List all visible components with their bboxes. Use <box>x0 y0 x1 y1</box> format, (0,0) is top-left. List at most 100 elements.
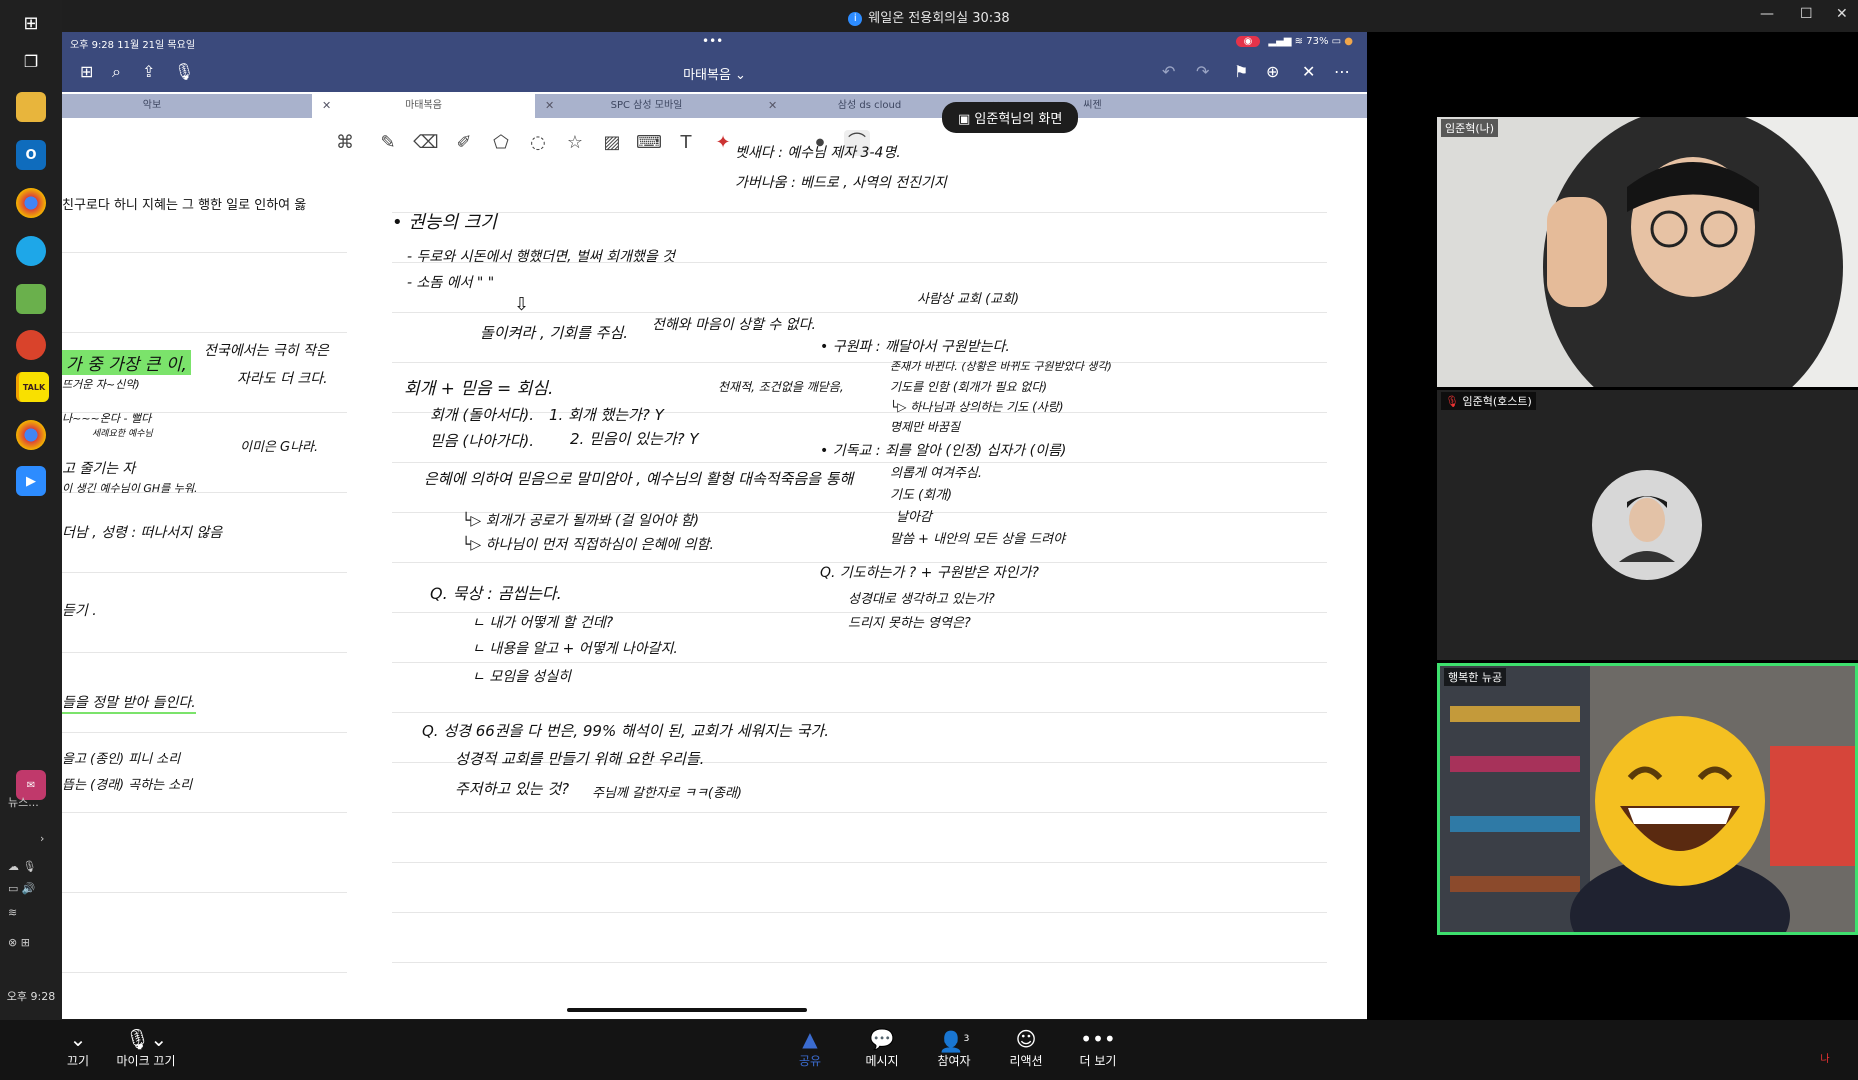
chat-icon: 💬 <box>869 1027 895 1051</box>
lasso-select-icon[interactable]: ⌘ <box>332 130 358 156</box>
sticker-icon[interactable]: ☆ <box>562 130 588 156</box>
lasso-icon[interactable]: ◌ <box>525 130 551 156</box>
note-line: 뜨거운 자~신약) <box>62 378 140 391</box>
note-line: - 두로와 시돈에서 행했더면, 벌써 회개했을 것 <box>407 249 676 265</box>
multitask-dots[interactable]: ••• <box>702 34 723 48</box>
kakaotalk-icon[interactable]: TALK <box>16 372 49 402</box>
note-line: 믿음 (나아가다). <box>430 432 535 450</box>
window-title: i 웨일온 전용회의실 30:38 <box>0 7 1858 26</box>
participants-button[interactable]: 👤3 참여자 <box>914 1026 994 1069</box>
system-tray-icon[interactable]: ⊗ ⊞ <box>8 936 30 949</box>
close-icon[interactable]: ✕ <box>1836 6 1848 22</box>
note-line: 자라도 더 크다. <box>237 371 328 387</box>
note-line: 친구로다 하니 지혜는 그 행한 일로 인하여 옳 <box>62 198 307 213</box>
meeting-toolbar: ⌄ 끄기 🎙⌄ 마이크 끄기 ▲ 공유 💬 메시지 👤3 참여자 ☺ 리액션 ••• 더 보기… <box>0 1020 1858 1080</box>
tab-label: 씨젠 <box>1083 100 1102 111</box>
button-label: 공유 <box>798 1054 822 1068</box>
meeting-title: 웨일온 전용회의실 30:38 <box>868 11 1010 26</box>
chevron-up-icon[interactable]: › <box>40 832 44 845</box>
file-explorer-icon[interactable] <box>16 92 46 122</box>
participants-icon: 👤3 <box>938 1029 970 1054</box>
home-indicator[interactable] <box>567 1008 807 1012</box>
note-line: 듣기 . <box>62 603 97 619</box>
close-document-icon[interactable]: ✕ <box>1302 62 1315 81</box>
note-line: └▷ 하나님이 먼저 직접하심이 은혜에 의함. <box>462 537 714 553</box>
maximize-icon[interactable]: ☐ <box>1800 6 1813 22</box>
chrome-alt-icon[interactable] <box>16 420 46 450</box>
note-line: • 구원파 : 깨달아서 구원받는다. <box>820 339 1010 355</box>
tab-close-icon[interactable]: ✕ <box>322 94 331 118</box>
share-button[interactable]: ▲ 공유 <box>770 1026 850 1069</box>
app-icon[interactable] <box>16 330 46 360</box>
note-line: 뜹는 (경래) 곡하는 소리 <box>62 778 193 793</box>
tab-close-icon[interactable]: ✕ <box>768 94 777 118</box>
chat-button[interactable]: 💬 메시지 <box>842 1026 922 1069</box>
note-line: 존재가 바뀐다. (상황은 바뀌도 구원받았다 생각) <box>890 360 1112 373</box>
text-icon[interactable]: T <box>673 130 699 156</box>
outlook-icon[interactable]: O <box>16 140 46 170</box>
note-line: 돌이켜라 , 기회를 주심. <box>480 324 629 342</box>
video-tile-active-speaker[interactable]: 행복한 뉴공 <box>1437 663 1858 935</box>
add-page-icon[interactable]: ⊕ <box>1266 62 1279 81</box>
more-icon: ••• <box>1080 1027 1116 1051</box>
image-icon[interactable]: ▨ <box>599 130 625 156</box>
taskbar-clock[interactable]: 오후 9:28 <box>2 988 60 1004</box>
wifi-icon[interactable]: ≋ <box>8 906 17 919</box>
tab-score[interactable]: 악보 <box>62 94 272 118</box>
note-line: 이미은 G나라. <box>240 440 319 455</box>
mic-icon: 🎙⌄ <box>124 1027 168 1051</box>
battery-icon[interactable]: ▭ 🔊 <box>8 882 36 895</box>
shapes-icon[interactable]: ⬠ <box>488 130 514 156</box>
undo-icon[interactable]: ↶ <box>1162 62 1175 81</box>
button-label: 더 보기 <box>1079 1054 1117 1068</box>
more-options-icon[interactable]: ⋯ <box>1334 62 1350 81</box>
bookmark-icon[interactable]: ⚑ <box>1234 62 1248 81</box>
note-line: - 소돔 에서 " " <box>407 275 495 291</box>
note-line: 성경대로 생각하고 있는가? <box>848 592 995 607</box>
windows-taskbar: ⊞ ❐ O TALK ▶ ✉ 뉴스... › ☁ 🎙 ▭ 🔊 ≋ ⊗ ⊞ 오후 … <box>0 0 62 1080</box>
zoom-icon[interactable]: ▶ <box>16 466 46 496</box>
reaction-icon: ☺ <box>1015 1027 1037 1051</box>
note-line: 회개 (돌아서다). <box>430 406 535 424</box>
tab-matthew[interactable]: ✕ 마태복음 <box>312 94 535 118</box>
chrome-icon[interactable] <box>16 188 46 218</box>
note-line: 을고 (종인) 피니 소리 <box>62 752 181 767</box>
tab-close-icon[interactable]: ✕ <box>545 94 554 118</box>
note-line: 가버나움 : 베드로 , 사역의 전진기지 <box>735 175 947 191</box>
keyboard-icon[interactable]: ⌨ <box>636 130 662 156</box>
drawing-toolbar: ⌘ ✎ ⌫ ✐ ⬠ ◌ ☆ ▨ ⌨ T ✦ ● ⌒ <box>62 118 1367 168</box>
note-line: 기도를 인함 (회개가 필요 없다) <box>890 380 1048 394</box>
participant-name-text: 임준혁(호스트) <box>1462 395 1532 408</box>
note-line: 세례요한 예수님 <box>92 429 153 439</box>
note-line: 기도 (회개) <box>890 488 953 503</box>
onedrive-icon[interactable]: ☁ 🎙 <box>8 860 36 873</box>
eraser-icon[interactable]: ⌫ <box>413 130 439 156</box>
tab-label: 악보 <box>142 100 162 111</box>
reaction-button[interactable]: ☺ 리액션 <box>986 1026 1066 1069</box>
ipad-status-time: 오후 9:28 11월 21일 목요일 <box>70 40 196 51</box>
shared-screen: 오후 9:28 11월 21일 목요일 ••• ◉▂▄▆ ≋ 73% ▭ ● ‹… <box>62 32 1367 1019</box>
minimize-icon[interactable]: — <box>1760 6 1774 22</box>
button-label: 마이크 끄기 <box>116 1054 176 1068</box>
leave-button[interactable]: 나 <box>1800 1050 1850 1065</box>
tab-spc-samsung[interactable]: ✕ SPC 삼성 모바일 <box>535 94 758 118</box>
laser-pointer-icon[interactable]: ✦ <box>710 130 736 156</box>
screen-share-badge: ▣ 임준혁님의 화면 <box>942 102 1079 133</box>
video-tile-self[interactable]: 임준혁(나) <box>1437 117 1858 387</box>
info-icon[interactable]: i <box>848 11 863 26</box>
notepad-icon[interactable] <box>16 284 46 314</box>
redo-icon[interactable]: ↷ <box>1196 62 1209 81</box>
more-button[interactable]: ••• 더 보기 <box>1058 1026 1138 1069</box>
note-line: 벳새다 : 예수님 제자 3-4명. <box>735 145 901 161</box>
video-tile-host[interactable]: 🎙 임준혁(호스트) <box>1437 390 1858 660</box>
pen-icon[interactable]: ✎ <box>375 130 401 156</box>
mute-button[interactable]: 🎙⌄ 마이크 끄기 <box>106 1026 186 1069</box>
news-label: 뉴스... <box>8 796 39 809</box>
note-line: 말씀 + 내안의 모든 상을 드려야 <box>890 532 1066 547</box>
windows-icon[interactable]: ⊞ <box>16 8 46 38</box>
note-line: Q. 기도하는가 ? + 구원받은 자인가? <box>820 565 1039 581</box>
share-icon: ▲ <box>802 1027 818 1051</box>
highlighter-icon[interactable]: ✐ <box>451 130 477 156</box>
whale-icon[interactable] <box>16 236 46 266</box>
task-view-icon[interactable]: ❐ <box>16 46 46 76</box>
